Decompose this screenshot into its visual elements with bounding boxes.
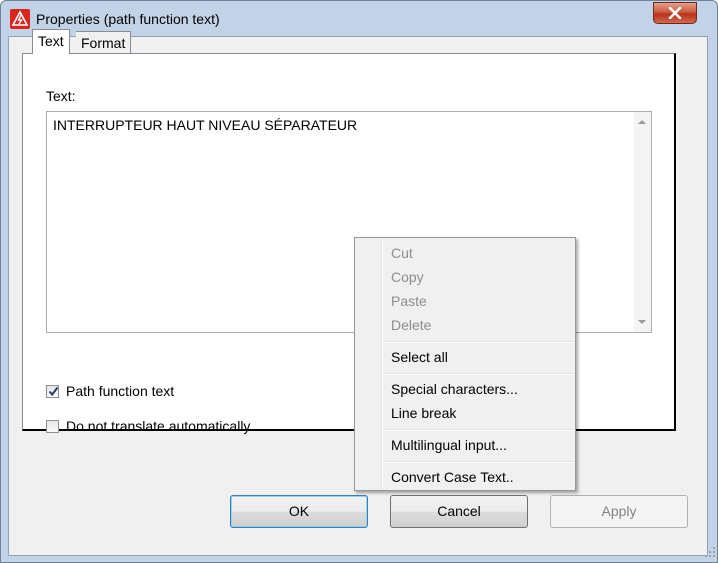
menu-separator [383,429,573,431]
do-not-translate-label[interactable]: Do not translate automatically [66,418,250,434]
menu-item-line-break[interactable]: Line break [391,405,456,421]
text-input-value[interactable]: INTERRUPTEUR HAUT NIVEAU SÉPARATEUR [53,117,357,133]
do-not-translate-checkbox[interactable] [46,420,59,433]
menu-item-copy: Copy [391,269,424,285]
path-function-text-checkbox[interactable] [46,385,59,398]
cancel-button[interactable]: Cancel [390,495,528,528]
menu-item-delete: Delete [391,317,432,333]
menu-separator [383,461,573,463]
close-icon [668,7,682,19]
menu-separator [383,341,573,343]
menu-separator [383,373,573,375]
tab-text[interactable]: Text [32,29,70,54]
ok-button[interactable]: OK [230,495,368,528]
menu-item-multilingual-input[interactable]: Multilingual input... [391,437,507,453]
menu-item-convert-case-text[interactable]: Convert Case Text.. [391,469,514,485]
menu-item-select-all[interactable]: Select all [391,349,448,365]
scroll-down-arrow-icon[interactable] [638,320,646,324]
context-menu-gutter [381,240,383,488]
vertical-scrollbar[interactable] [634,112,651,332]
context-menu: Cut Copy Paste Delete Select all Special… [354,237,576,491]
menu-item-paste: Paste [391,293,427,309]
menu-item-cut: Cut [391,245,413,261]
text-field-label: Text: [46,88,76,104]
checkmark-icon [48,386,59,397]
path-function-text-label[interactable]: Path function text [66,383,174,399]
app-warning-icon [10,9,30,29]
close-button[interactable] [653,2,697,24]
resize-grip-icon[interactable] [704,545,716,561]
menu-item-special-characters[interactable]: Special characters... [391,381,518,397]
window-title: Properties (path function text) [36,11,220,27]
tab-format[interactable]: Format [76,31,132,53]
scroll-up-arrow-icon[interactable] [638,120,646,124]
apply-button[interactable]: Apply [550,495,688,528]
